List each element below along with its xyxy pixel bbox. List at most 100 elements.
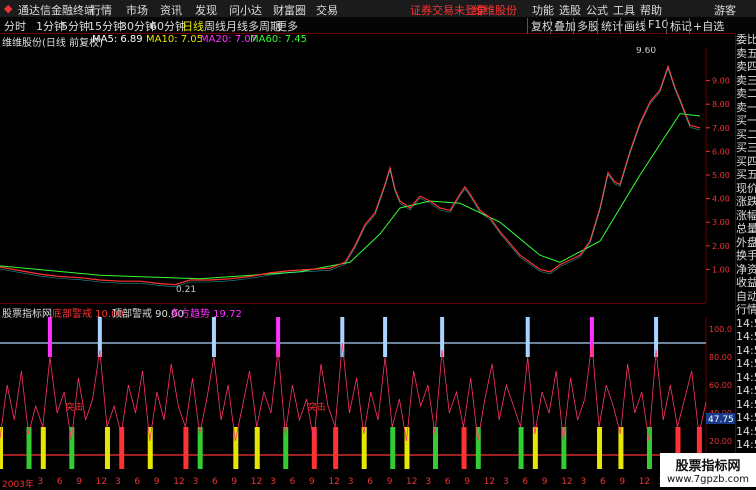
bottom-signal-bar — [147, 427, 153, 469]
ma5-value: MA5: 6.89 — [92, 34, 143, 45]
date-label: 9 — [619, 477, 626, 487]
bottom-signal-bar — [183, 427, 189, 469]
price-tick-label: 9.00 — [712, 77, 730, 86]
quote-panel-item: 14:56 — [736, 438, 756, 451]
top-signal-bar — [211, 317, 216, 357]
quote-panel-item: 买三 — [736, 141, 756, 154]
app-title: 通达信金融终端 — [18, 4, 95, 17]
bottom-signal-bar — [390, 427, 396, 469]
quote-panel-item: 外盘 — [736, 235, 756, 249]
tab-monthly[interactable]: 月线 — [226, 18, 248, 34]
quote-panel-item: 14:56 — [736, 357, 756, 370]
date-label: 9 — [541, 477, 548, 487]
quote-panel-item: 14:56 — [736, 343, 756, 357]
menu-discover[interactable]: 发现 — [195, 2, 217, 18]
menu-news[interactable]: 资讯 — [160, 2, 182, 18]
date-label: 6 — [444, 477, 451, 487]
date-label: 3 — [37, 477, 44, 487]
ma10-value: MA10: 7.05 — [146, 34, 204, 45]
tab-weekly[interactable]: 周线 — [204, 18, 226, 34]
menu-tools[interactable]: 工具 — [613, 2, 635, 18]
multi-stock-button[interactable]: 多股 — [573, 18, 599, 34]
date-label: 12 — [250, 477, 263, 487]
f10-button[interactable]: F10 — [644, 18, 668, 31]
date-label: 3 — [192, 477, 199, 487]
menu-formula[interactable]: 公式 — [586, 2, 608, 18]
top-signal-bar — [525, 317, 530, 357]
bottom-signal-bar — [433, 427, 439, 469]
bottom-signal-bar — [618, 427, 624, 469]
menu-ask[interactable]: 问小达 — [229, 2, 262, 18]
quote-panel-item: 14:56 — [736, 330, 756, 343]
menu-help[interactable]: 帮助 — [640, 2, 662, 18]
quote-panel-item: 14:56 — [736, 411, 756, 424]
quote-panel-item: 净资 — [736, 262, 756, 276]
quote-panel-item: 卖四 — [736, 60, 756, 73]
tab-5min[interactable]: 5分钟 — [61, 18, 90, 34]
indicator-line — [0, 342, 707, 442]
price-tick-label: 7.00 — [712, 124, 730, 133]
bottom-signal-bar — [597, 427, 603, 469]
quote-panel-item: 14:56 — [736, 384, 756, 397]
price-tick-label: 6.00 — [712, 147, 730, 156]
indicator-tick-label: 80.00 — [709, 353, 732, 362]
date-label: 6 — [134, 477, 141, 487]
date-label: 12 — [483, 477, 496, 487]
quote-panel-item: 自动 — [736, 289, 756, 303]
quote-panel-item: 买二 — [736, 127, 756, 141]
quote-panel-item: 委比 — [736, 33, 756, 46]
price-chart[interactable]: 1.00 2.00 3.00 4.00 5.00 6.00 7.00 8.00 9.00 9.6… — [0, 47, 735, 303]
price-tick-label: 8.00 — [712, 100, 730, 109]
menu-trade[interactable]: 交易 — [316, 2, 338, 18]
price-tick-label: 4.00 — [712, 195, 730, 204]
top-signal-bar — [47, 317, 52, 357]
date-label: 2003年 — [2, 480, 34, 490]
date-label: 3 — [503, 477, 509, 487]
menu-pick[interactable]: 选股 — [559, 2, 581, 18]
date-label: 3 — [425, 477, 432, 487]
date-label: 12 — [638, 477, 651, 487]
quote-panel-item: 换手 — [736, 249, 756, 262]
bottom-signal-bar — [461, 427, 467, 469]
indicator-tick-label: 20.00 — [709, 437, 732, 446]
tab-60min[interactable]: 60分钟 — [150, 18, 186, 34]
tab-intraday[interactable]: 分时 — [4, 18, 26, 34]
quote-panel-item: 14:56 — [736, 424, 756, 438]
quote-panel-item: 行情 — [736, 303, 756, 316]
quote-panel: 委比 卖五 卖四 卖三 卖二 卖一 买一 买二 买三 买四 买五 现价 涨跌 涨幅 总量 外盘 换手 净资 收益 自动… — [735, 33, 756, 487]
date-label: 9 — [386, 477, 393, 487]
tab-daily[interactable]: 日线 — [182, 18, 204, 34]
menu-market[interactable]: 市场 — [126, 2, 148, 18]
high-annotation: 9.60 — [636, 47, 656, 56]
quote-panel-item: 14:56 — [736, 316, 756, 330]
date-label: 3 — [115, 477, 121, 487]
indicator-chart[interactable]: 突击突击 20.0040.0060.0080.00100.0 47.75 — [0, 317, 735, 477]
add-watchlist-button[interactable]: +自选 — [689, 18, 724, 34]
menu-function[interactable]: 功能 — [532, 2, 554, 18]
draw-button[interactable]: 画线 — [620, 18, 646, 34]
tab-more[interactable]: 更多 — [276, 18, 298, 34]
indicator-tick-label: 60.00 — [709, 381, 732, 390]
price-tick-label: 2.00 — [712, 242, 730, 251]
ma20-value: MA20: 7.07 — [200, 34, 258, 45]
date-label: 12 — [95, 477, 108, 487]
date-label: 12 — [173, 477, 185, 487]
user-label[interactable]: 游客 — [714, 2, 736, 18]
date-label: 3 — [270, 477, 276, 487]
low-annotation: 0.21 — [176, 285, 196, 295]
date-label: 6 — [212, 477, 218, 487]
menu-quotes[interactable]: 行情 — [90, 2, 112, 18]
menu-wealth[interactable]: 财富圈 — [273, 2, 306, 18]
app-logo-icon: ◆ — [4, 2, 13, 15]
date-label: 6 — [522, 477, 529, 487]
quote-panel-item: 卖三 — [736, 73, 756, 87]
tab-15min[interactable]: 15分钟 — [88, 18, 124, 34]
date-label: 12 — [561, 477, 573, 487]
quote-panel-item: 买四 — [736, 154, 756, 168]
quote-panel-item: 买五 — [736, 168, 756, 181]
quote-panel-item: 14:56 — [736, 370, 756, 384]
date-label: 6 — [367, 477, 373, 487]
date-label: 6 — [289, 477, 296, 487]
stock-link[interactable]: 维维股份 — [473, 2, 517, 18]
quote-panel-item: 涨跌 — [736, 195, 756, 208]
